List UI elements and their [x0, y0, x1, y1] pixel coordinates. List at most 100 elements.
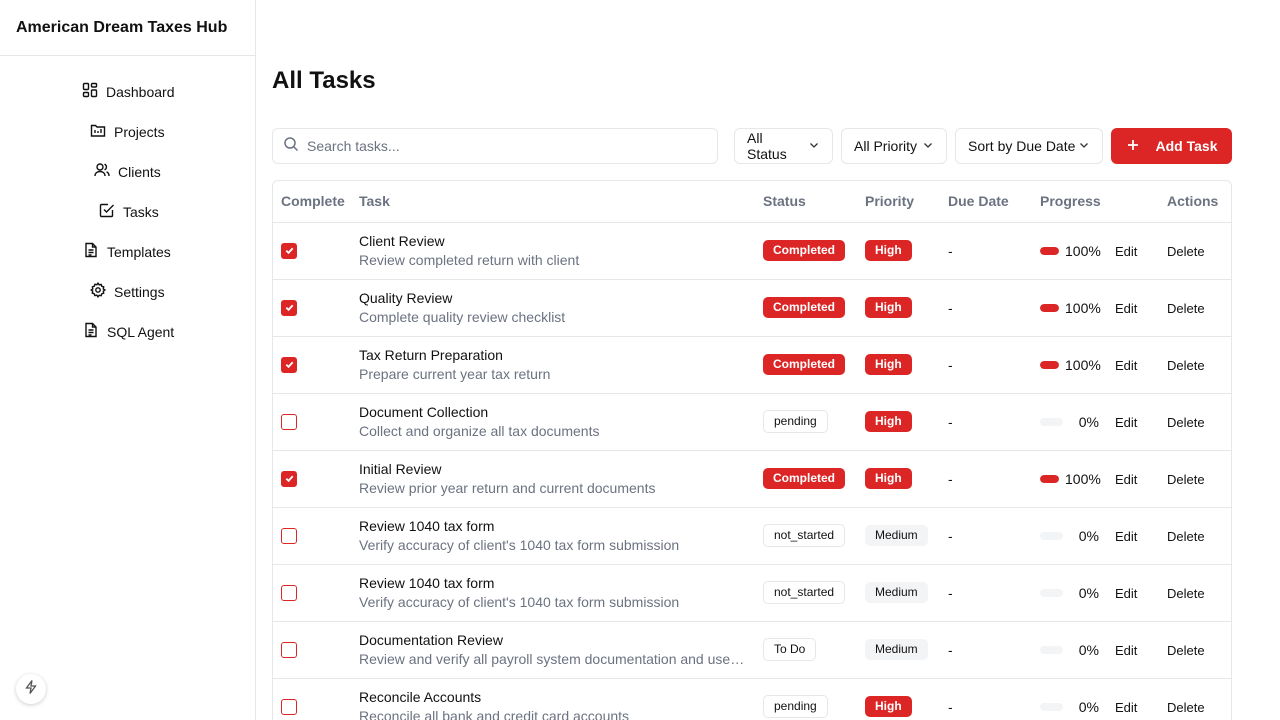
sidebar: American Dream Taxes Hub Dashboard Proje… [0, 0, 256, 720]
chevron-down-icon [1076, 138, 1090, 154]
delete-button[interactable]: Delete [1167, 415, 1205, 430]
table-row: Review 1040 tax form Verify accuracy of c… [273, 507, 1231, 565]
priority-badge: High [865, 696, 912, 717]
priority-badge: High [865, 240, 912, 261]
table-row: Tax Return Preparation Prepare current ye… [273, 336, 1231, 394]
due-date-cell: - [940, 564, 1032, 622]
document-icon [83, 322, 99, 341]
sidebar-item-settings[interactable]: Settings [90, 282, 165, 301]
edit-button[interactable]: Edit [1115, 586, 1137, 601]
edit-button[interactable]: Edit [1115, 244, 1137, 259]
edit-button[interactable]: Edit [1115, 529, 1137, 544]
edit-button[interactable]: Edit [1115, 472, 1137, 487]
progress-cell: 0% [1032, 393, 1107, 451]
table-row: Client Review Review completed return wit… [273, 222, 1231, 280]
progress-label: 0% [1078, 584, 1099, 601]
progress-bar-fill [1040, 246, 1059, 255]
task-description: Collect and organize all tax documents [359, 423, 600, 439]
priority-filter[interactable]: All Priority [841, 128, 947, 164]
progress-cell: 100% [1032, 450, 1107, 508]
chevron-down-icon [920, 138, 934, 154]
delete-cell: Delete [1159, 336, 1231, 394]
delete-button[interactable]: Delete [1167, 244, 1205, 259]
edit-button[interactable]: Edit [1115, 415, 1137, 430]
task-cell: Client Review Review completed return wit… [351, 222, 755, 280]
sort-select[interactable]: Sort by Due Date [955, 128, 1103, 164]
delete-cell: Delete [1159, 222, 1231, 280]
task-cell: Initial Review Review prior year return a… [351, 450, 755, 508]
delete-button[interactable]: Delete [1167, 529, 1205, 544]
status-filter[interactable]: All Status [734, 128, 833, 164]
sidebar-item-tasks[interactable]: Tasks [99, 202, 159, 221]
delete-button[interactable]: Delete [1167, 586, 1205, 601]
progress-bar [1040, 531, 1063, 540]
edit-button[interactable]: Edit [1115, 301, 1137, 316]
complete-checkbox[interactable] [281, 527, 297, 544]
tasks-table: Complete Task Status Priority Due Date P… [272, 180, 1232, 720]
progress-cell: 100% [1032, 336, 1107, 394]
progress-label: 100% [1065, 470, 1101, 487]
delete-button[interactable]: Delete [1167, 700, 1205, 715]
progress-bar-fill [1040, 303, 1059, 312]
complete-checkbox[interactable] [281, 641, 297, 658]
sidebar-item-sql-agent[interactable]: SQL Agent [83, 322, 174, 341]
add-task-button[interactable]: Add Task [1111, 128, 1232, 164]
sidebar-item-templates[interactable]: Templates [83, 242, 171, 261]
search-box[interactable] [272, 128, 718, 164]
delete-button[interactable]: Delete [1167, 301, 1205, 316]
complete-cell [273, 564, 351, 622]
sidebar-item-label: Tasks [123, 203, 159, 220]
due-date: - [948, 584, 953, 601]
complete-checkbox[interactable] [281, 242, 297, 259]
delete-button[interactable]: Delete [1167, 643, 1205, 658]
edit-button[interactable]: Edit [1115, 643, 1137, 658]
status-cell: Completed [755, 336, 857, 394]
progress-label: 100% [1065, 242, 1101, 259]
edit-button[interactable]: Edit [1115, 358, 1137, 373]
column-header-task: Task [351, 181, 755, 223]
complete-checkbox[interactable] [281, 299, 297, 316]
progress-bar [1040, 360, 1059, 369]
delete-cell: Delete [1159, 564, 1231, 622]
edit-button[interactable]: Edit [1115, 700, 1137, 715]
complete-cell [273, 450, 351, 508]
sidebar-item-projects[interactable]: Projects [90, 122, 165, 141]
sidebar-item-dashboard[interactable]: Dashboard [82, 82, 175, 101]
search-icon [283, 136, 299, 157]
edit-cell: Edit [1107, 621, 1159, 679]
complete-checkbox[interactable] [281, 356, 297, 373]
delete-cell: Delete [1159, 450, 1231, 508]
sort-value: Sort by Due Date [968, 138, 1076, 154]
dashboard-icon [82, 82, 98, 101]
status-cell: pending [755, 393, 857, 451]
task-description: Review prior year return and current doc… [359, 480, 656, 496]
sidebar-item-label: Dashboard [106, 83, 175, 100]
progress-bar [1040, 588, 1063, 597]
task-description: Review and verify all payroll system doc… [359, 651, 747, 667]
status-badge: pending [763, 695, 828, 718]
priority-badge: Medium [865, 525, 928, 546]
status-cell: Completed [755, 450, 857, 508]
task-cell: Documentation Review Review and verify al… [351, 621, 755, 679]
complete-checkbox[interactable] [281, 584, 297, 601]
task-description: Verify accuracy of client's 1040 tax for… [359, 594, 680, 610]
complete-checkbox[interactable] [281, 698, 297, 715]
progress-label: 100% [1065, 356, 1101, 373]
search-input[interactable] [307, 138, 687, 154]
delete-cell: Delete [1159, 621, 1231, 679]
complete-checkbox[interactable] [281, 470, 297, 487]
table-row: Initial Review Review prior year return a… [273, 450, 1231, 508]
dev-tools-button[interactable] [16, 674, 46, 704]
due-date-cell: - [940, 507, 1032, 565]
progress-label: 0% [1078, 527, 1099, 544]
delete-button[interactable]: Delete [1167, 472, 1205, 487]
complete-checkbox[interactable] [281, 413, 297, 430]
task-cell: Review 1040 tax form Verify accuracy of c… [351, 507, 755, 565]
sidebar-item-clients[interactable]: Clients [94, 162, 161, 181]
delete-button[interactable]: Delete [1167, 358, 1205, 373]
column-header-actions: Actions [1159, 181, 1231, 223]
complete-cell [273, 678, 351, 720]
edit-cell: Edit [1107, 507, 1159, 565]
due-date: - [948, 242, 953, 259]
priority-cell: Medium [857, 621, 940, 679]
